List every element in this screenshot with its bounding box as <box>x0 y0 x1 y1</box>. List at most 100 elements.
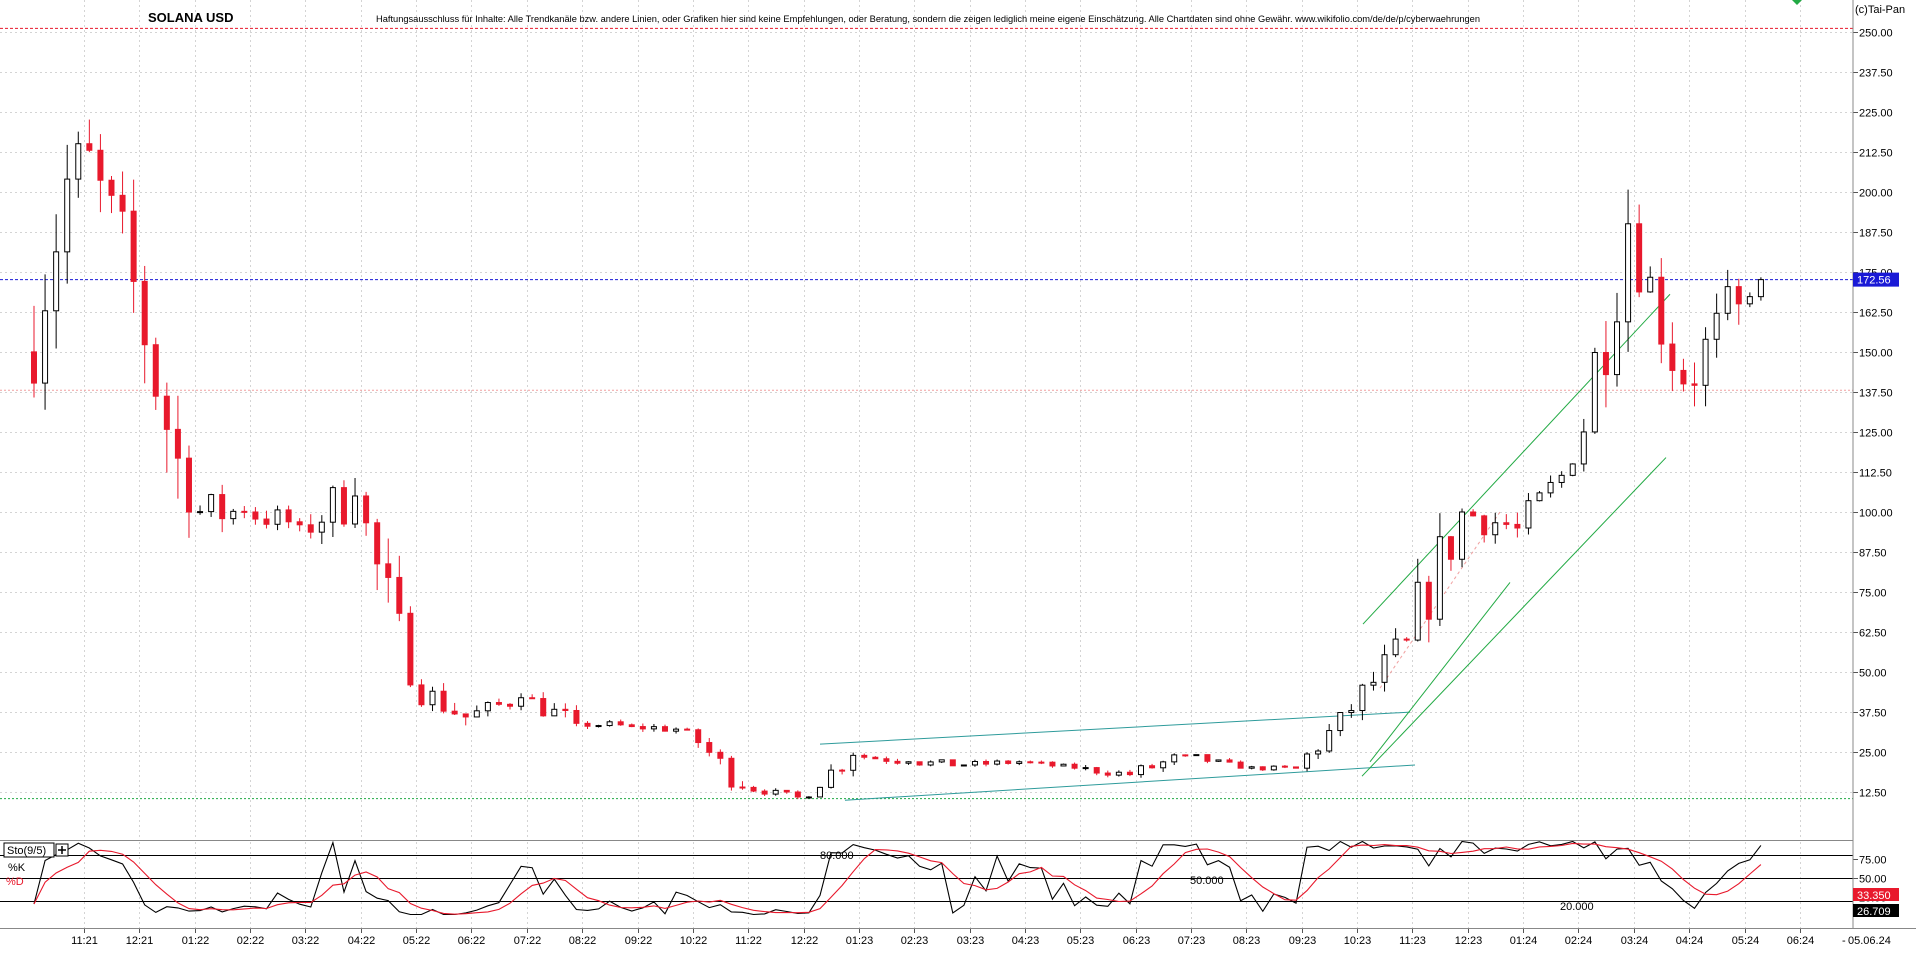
y-tick-label: 75.00 <box>1859 588 1887 600</box>
candle-body <box>1270 765 1277 771</box>
candle-body <box>562 708 569 711</box>
candle-body <box>1724 286 1731 314</box>
x-tick-label: 11:21 <box>71 935 98 947</box>
y-tick-label: 125.00 <box>1859 428 1893 440</box>
candle-body <box>1115 771 1122 776</box>
candle-body <box>894 760 901 764</box>
candle-body <box>994 760 1001 765</box>
candle-body <box>983 760 990 765</box>
candle-body <box>1514 523 1521 529</box>
x-tick-label: 05:24 <box>1732 935 1760 947</box>
candle-body <box>1359 684 1366 712</box>
candle-body <box>1669 343 1676 371</box>
candle-body <box>1492 522 1499 536</box>
candle-body <box>1636 223 1643 293</box>
candle-body <box>1071 763 1078 769</box>
plus-box-icon[interactable] <box>55 843 69 857</box>
candle-body <box>1470 511 1477 517</box>
candle-body <box>396 576 403 614</box>
candle-body <box>518 697 525 707</box>
x-tick-label: 04:23 <box>1012 935 1040 947</box>
candle-body <box>1215 759 1222 762</box>
x-tick-label: 09:22 <box>625 935 653 947</box>
x-tick-label: 07:23 <box>1178 935 1206 947</box>
candle-body <box>352 495 359 525</box>
candle-body <box>706 742 713 753</box>
sto-last-k-value: 26.709 <box>1857 906 1891 918</box>
last-date-label: 05.06.24 <box>1848 935 1891 947</box>
candle-body <box>1226 759 1233 763</box>
disclaimer-text: Haftungsausschluss für Inhalte: Alle Tre… <box>376 14 1480 24</box>
candle-body <box>595 725 602 728</box>
candle-body <box>484 702 491 712</box>
candle-body <box>1702 338 1709 386</box>
candle-body <box>540 698 547 717</box>
x-tick-label: 03:23 <box>957 935 985 947</box>
candle-body <box>174 428 181 459</box>
y-tick-label: 50.00 <box>1859 668 1887 680</box>
candle-body <box>185 457 192 513</box>
candle-body <box>1126 771 1133 776</box>
candle-body <box>1525 500 1532 529</box>
candle-body <box>1160 761 1167 769</box>
candle-body <box>1459 511 1466 560</box>
candle-body <box>329 487 336 523</box>
candle-body <box>772 789 779 795</box>
candle-body <box>1182 754 1189 757</box>
candle-body <box>971 760 978 766</box>
candle-body <box>529 697 536 700</box>
candle-body <box>1193 754 1200 757</box>
candle-body <box>850 754 857 771</box>
candle-body <box>1691 383 1698 386</box>
sto-level-50-label: 50.000 <box>1190 875 1224 887</box>
x-tick-label: 06:23 <box>1123 935 1151 947</box>
x-tick-label: 03:22 <box>292 935 320 947</box>
y-tick-label: 187.50 <box>1859 228 1893 240</box>
candle-body <box>1713 312 1720 340</box>
candle-body <box>1027 761 1034 764</box>
x-tick-label: 09:23 <box>1289 935 1317 947</box>
candle-body <box>839 769 846 772</box>
candle-body <box>949 759 956 767</box>
candle-body <box>141 280 148 346</box>
x-tick-label: 06:22 <box>458 935 486 947</box>
candle-body <box>119 194 126 212</box>
candle-body <box>108 179 115 196</box>
candle-body <box>507 703 514 707</box>
y-tick-label: 137.50 <box>1859 388 1893 400</box>
candle-body <box>828 769 835 788</box>
candle-body <box>883 758 890 762</box>
candle-body <box>1647 276 1654 293</box>
candle-body <box>1614 321 1621 376</box>
candle-body <box>1060 763 1067 767</box>
sto-level-20-label: 20.000 <box>1560 901 1594 913</box>
y-tick-label: 225.00 <box>1859 108 1893 120</box>
x-tick-label: 02:22 <box>237 935 265 947</box>
y-tick-label: 250.00 <box>1859 28 1893 40</box>
scroll-minus[interactable]: - <box>1842 935 1846 947</box>
candle-body <box>31 351 37 384</box>
x-tick-label: 02:24 <box>1565 935 1593 947</box>
candle-body <box>1259 766 1266 771</box>
candle-body <box>816 786 823 798</box>
y-tick-label: 212.50 <box>1859 148 1893 160</box>
candle-body <box>197 511 204 514</box>
candle-body <box>1171 754 1178 763</box>
candle-body <box>1292 766 1299 769</box>
chart-container: 250.00237.50225.00212.50200.00187.50175.… <box>0 0 1916 948</box>
candle-body <box>1680 369 1687 385</box>
candle-body <box>1281 765 1288 768</box>
candle-body <box>1481 515 1488 536</box>
candle-body <box>1038 761 1045 764</box>
x-tick-label: 01:24 <box>1510 935 1538 947</box>
sto-last-d-tag: 33.350 <box>1853 888 1899 902</box>
candle-body <box>1315 750 1322 755</box>
candle-body <box>374 522 381 565</box>
x-tick-label: 01:23 <box>846 935 874 947</box>
candle-body <box>628 724 635 728</box>
x-tick-label: 08:23 <box>1233 935 1261 947</box>
candle-body <box>42 310 49 384</box>
candle-body <box>1436 536 1443 620</box>
x-tick-label: 11:23 <box>1399 935 1426 947</box>
x-tick-label: 06:24 <box>1787 935 1815 947</box>
